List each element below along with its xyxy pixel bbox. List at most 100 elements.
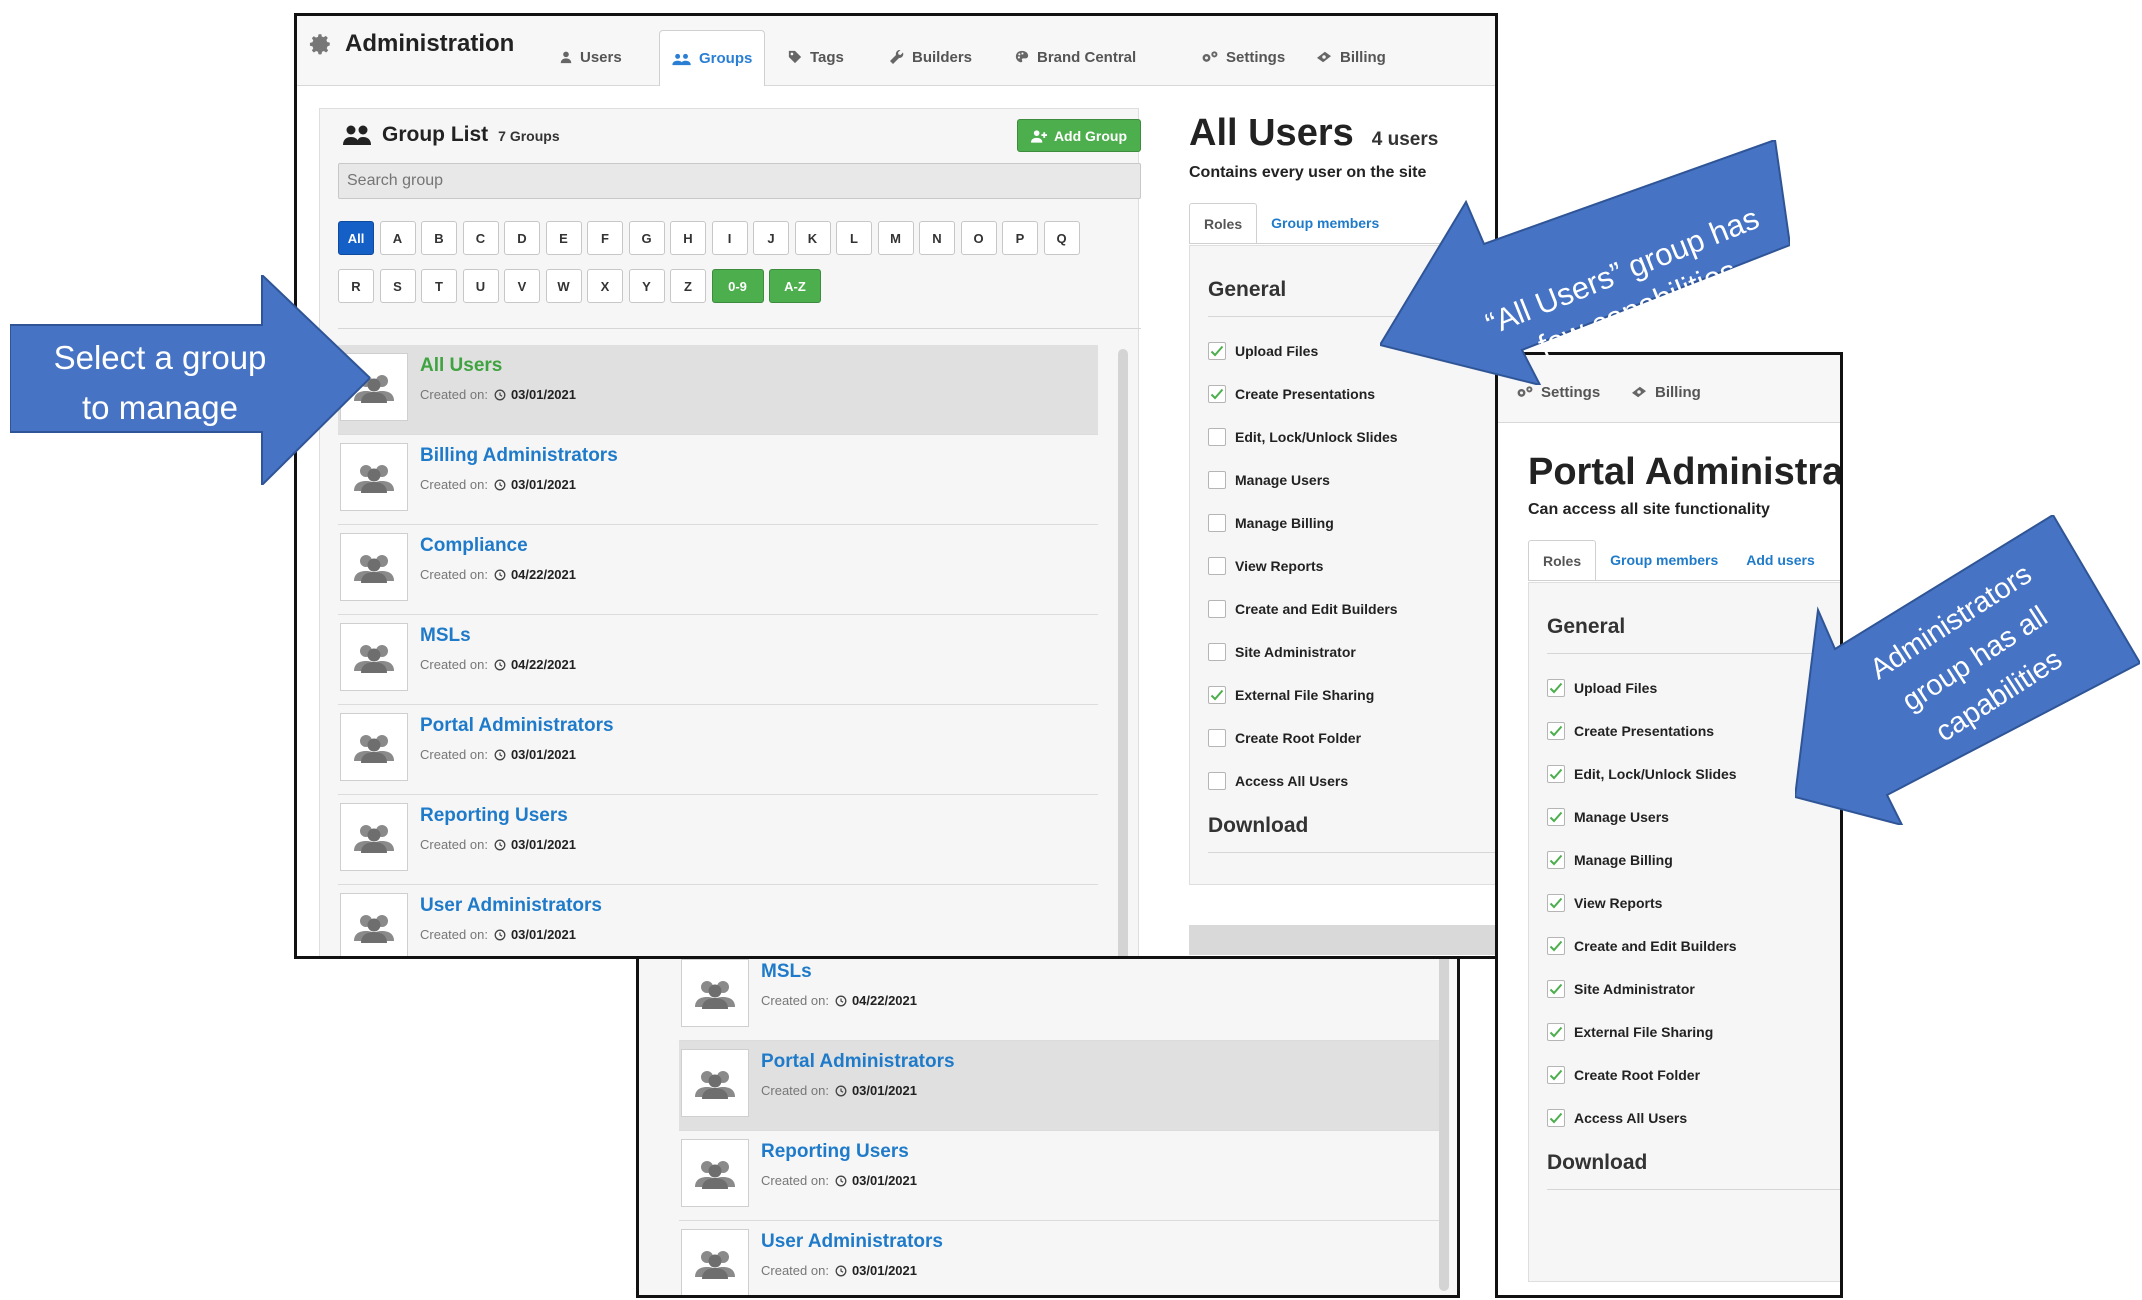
capability-checkbox[interactable]: [1547, 1109, 1565, 1127]
group-name-link[interactable]: Reporting Users: [761, 1141, 909, 1163]
capability-item[interactable]: Upload Files: [1208, 342, 1318, 360]
group-row[interactable]: All Users Created on: 03/01/2021: [338, 345, 1098, 435]
capability-checkbox[interactable]: [1547, 808, 1565, 826]
letter-filter-n[interactable]: N: [919, 221, 955, 255]
tab-billing[interactable]: Billing: [1303, 32, 1398, 82]
letter-filter-u[interactable]: U: [462, 269, 499, 303]
group-row[interactable]: Reporting Users Created on: 03/01/2021: [338, 795, 1098, 885]
capability-item[interactable]: Create Root Folder: [1208, 729, 1361, 747]
group-name-link[interactable]: User Administrators: [761, 1231, 943, 1253]
group-row[interactable]: User Administrators Created on: 03/01/2021: [679, 1221, 1439, 1295]
letter-filter-d[interactable]: D: [504, 221, 540, 255]
tab-brand-central[interactable]: Brand Central: [1002, 32, 1148, 82]
letter-filter-j[interactable]: J: [753, 221, 789, 255]
capability-item[interactable]: Manage Billing: [1208, 514, 1334, 532]
group-list-scrollbar[interactable]: [1118, 349, 1128, 956]
tab-group-members[interactable]: Group members: [1257, 203, 1393, 243]
capability-checkbox[interactable]: [1547, 937, 1565, 955]
letter-filter-z[interactable]: Z: [670, 269, 706, 303]
letter-filter-o[interactable]: O: [960, 221, 997, 255]
capability-checkbox[interactable]: [1547, 851, 1565, 869]
capability-checkbox[interactable]: [1208, 342, 1226, 360]
letter-filter-e[interactable]: E: [545, 221, 582, 255]
letter-filter-w[interactable]: W: [545, 269, 582, 303]
capability-checkbox[interactable]: [1208, 514, 1226, 532]
group-name-link[interactable]: All Users: [420, 355, 502, 377]
tab-builders[interactable]: Builders: [877, 32, 984, 82]
capability-item[interactable]: Manage Users: [1208, 471, 1330, 489]
group-list-scrollbar[interactable]: [1439, 951, 1449, 1291]
letter-filter-v[interactable]: V: [504, 269, 540, 303]
letter-filter-t[interactable]: T: [421, 269, 457, 303]
letter-filter-i[interactable]: I: [711, 221, 748, 255]
capability-item[interactable]: Access All Users: [1208, 772, 1348, 790]
capability-item[interactable]: Create Presentations: [1208, 385, 1375, 403]
capability-checkbox[interactable]: [1208, 686, 1226, 704]
tab-roles[interactable]: Roles: [1189, 203, 1258, 243]
capability-checkbox[interactable]: [1208, 643, 1226, 661]
tab-groups[interactable]: Groups: [659, 30, 766, 86]
letter-filter-all[interactable]: All: [338, 221, 374, 255]
capability-item[interactable]: Site Administrator: [1208, 643, 1356, 661]
letter-filter-0-9[interactable]: 0-9: [711, 269, 764, 303]
capability-checkbox[interactable]: [1547, 722, 1565, 740]
tab-group-members[interactable]: Group members: [1596, 540, 1732, 580]
group-name-link[interactable]: Portal Administrators: [420, 715, 614, 737]
letter-filter-b[interactable]: B: [421, 221, 457, 255]
letter-filter-a-z[interactable]: A-Z: [769, 269, 821, 303]
group-row[interactable]: Portal Administrators Created on: 03/01/20…: [679, 1041, 1439, 1131]
capability-item[interactable]: Edit, Lock/Unlock Slides: [1547, 765, 1737, 783]
letter-filter-s[interactable]: S: [379, 269, 416, 303]
capability-item[interactable]: Manage Billing: [1547, 851, 1673, 869]
tab-tags[interactable]: Tags: [775, 32, 856, 82]
letter-filter-k[interactable]: K: [794, 221, 831, 255]
group-name-link[interactable]: Billing Administrators: [420, 445, 618, 467]
capability-checkbox[interactable]: [1547, 980, 1565, 998]
search-group-input[interactable]: [338, 163, 1141, 199]
group-name-link[interactable]: MSLs: [761, 961, 812, 983]
capability-item[interactable]: Access All Users: [1547, 1109, 1687, 1127]
capability-checkbox[interactable]: [1547, 1066, 1565, 1084]
capability-checkbox[interactable]: [1208, 600, 1226, 618]
capability-item[interactable]: External File Sharing: [1208, 686, 1374, 704]
letter-filter-q[interactable]: Q: [1043, 221, 1080, 255]
capability-checkbox[interactable]: [1547, 1023, 1565, 1041]
group-row[interactable]: User Administrators Created on: 03/01/2021: [338, 885, 1098, 956]
capability-item[interactable]: View Reports: [1208, 557, 1323, 575]
capability-checkbox[interactable]: [1208, 385, 1226, 403]
letter-filter-h[interactable]: H: [670, 221, 706, 255]
capability-checkbox[interactable]: [1208, 772, 1226, 790]
group-name-link[interactable]: User Administrators: [420, 895, 602, 917]
capability-item[interactable]: Upload Files: [1547, 679, 1657, 697]
group-row[interactable]: Portal Administrators Created on: 03/01/20…: [338, 705, 1098, 795]
capability-item[interactable]: Manage Users: [1547, 808, 1669, 826]
letter-filter-g[interactable]: G: [628, 221, 665, 255]
capability-checkbox[interactable]: [1208, 557, 1226, 575]
group-row[interactable]: MSLs Created on: 04/22/2021: [338, 615, 1098, 705]
group-row[interactable]: Reporting Users Created on: 03/01/2021: [679, 1131, 1439, 1221]
group-name-link[interactable]: Reporting Users: [420, 805, 568, 827]
letter-filter-l[interactable]: L: [836, 221, 872, 255]
capability-checkbox[interactable]: [1547, 765, 1565, 783]
group-row[interactable]: MSLs Created on: 04/22/2021: [679, 951, 1439, 1041]
letter-filter-c[interactable]: C: [462, 221, 499, 255]
tab-users[interactable]: Users: [547, 32, 634, 82]
capability-item[interactable]: Site Administrator: [1547, 980, 1695, 998]
letter-filter-a[interactable]: A: [379, 221, 416, 255]
capability-item[interactable]: Create and Edit Builders: [1547, 937, 1737, 955]
letter-filter-y[interactable]: Y: [628, 269, 665, 303]
capability-checkbox[interactable]: [1208, 428, 1226, 446]
capability-item[interactable]: View Reports: [1547, 894, 1662, 912]
capability-checkbox[interactable]: [1208, 729, 1226, 747]
group-row[interactable]: Billing Administrators Created on: 03/01/2…: [338, 435, 1098, 525]
group-row[interactable]: Compliance Created on: 04/22/2021: [338, 525, 1098, 615]
letter-filter-p[interactable]: P: [1002, 221, 1038, 255]
add-group-button[interactable]: Add Group: [1017, 119, 1141, 152]
group-name-link[interactable]: Compliance: [420, 535, 528, 557]
letter-filter-m[interactable]: M: [877, 221, 914, 255]
group-name-link[interactable]: MSLs: [420, 625, 471, 647]
capability-item[interactable]: External File Sharing: [1547, 1023, 1713, 1041]
capability-checkbox[interactable]: [1547, 679, 1565, 697]
letter-filter-x[interactable]: X: [587, 269, 623, 303]
tab-settings[interactable]: Settings: [1189, 32, 1297, 82]
